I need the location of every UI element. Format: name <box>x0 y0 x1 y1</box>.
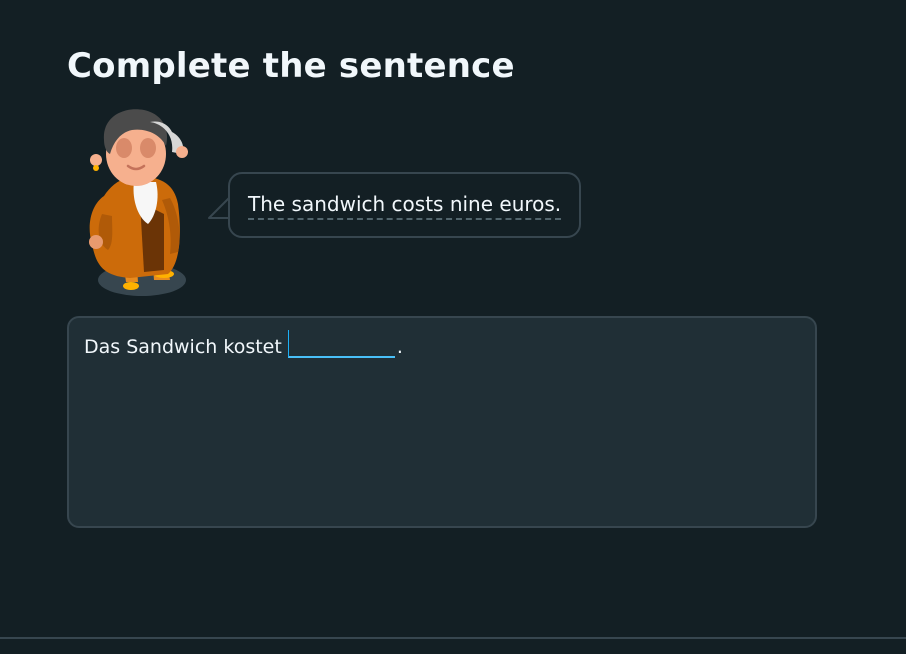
footer-divider <box>0 637 906 639</box>
sentence-suffix: . <box>396 336 403 358</box>
answer-panel[interactable]: Das Sandwich kostet . <box>67 316 817 528</box>
exercise-page: Complete the sentence The sandwich costs… <box>0 0 906 654</box>
page-title: Complete the sentence <box>67 46 515 86</box>
blank-answer-input[interactable] <box>287 330 395 358</box>
character-woman-icon <box>89 109 188 296</box>
sentence-prefix: Das Sandwich kostet <box>84 336 282 358</box>
speech-bubble: The sandwich costs nine euros. <box>228 172 582 238</box>
prompt-sentence[interactable]: The sandwich costs nine euros. <box>248 191 562 220</box>
answer-sentence: Das Sandwich kostet . <box>84 330 403 358</box>
